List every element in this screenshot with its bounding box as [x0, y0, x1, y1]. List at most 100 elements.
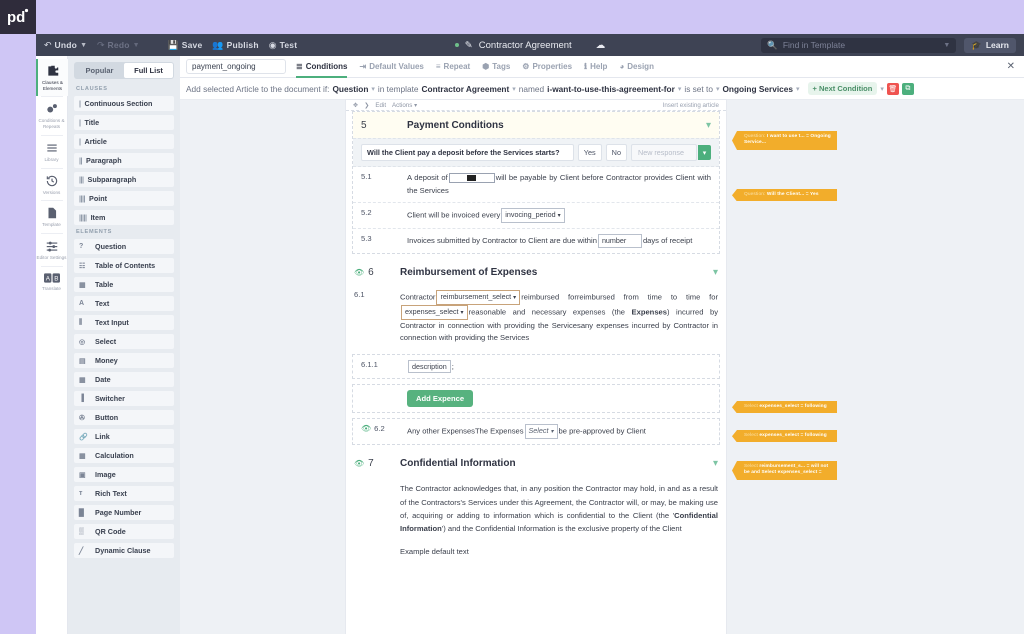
tab-design[interactable]: ◕Design — [619, 56, 654, 78]
visibility-eye-icon[interactable]: 👁 — [354, 268, 364, 277]
clause-item-item[interactable]: |||||Item — [74, 210, 174, 225]
condition-value[interactable]: Ongoing Services — [722, 84, 793, 94]
element-item-table[interactable]: ▦Table — [74, 277, 174, 292]
indent-icon[interactable]: ❯ — [364, 102, 369, 109]
rail-item-clauses-elements[interactable]: Clauses & Elements — [36, 59, 68, 96]
clause-item-point[interactable]: ||||Point — [74, 191, 174, 206]
add-expence-button[interactable]: Add Expence — [407, 390, 473, 407]
rail-item-template[interactable]: Template — [36, 201, 68, 233]
segment-full-list[interactable]: Full List — [124, 63, 173, 78]
element-item-page-number[interactable]: ▉Page Number — [74, 505, 174, 520]
rail-item-versions[interactable]: Versions — [36, 169, 68, 201]
delete-condition-button[interactable]: 🗑 — [887, 83, 899, 95]
condition-tag[interactable]: Question: I want to use t... = Ongoing S… — [737, 131, 837, 150]
invocing-period-token[interactable]: invocing_period▾ — [501, 208, 564, 223]
search-input[interactable]: 🔍 Find in Template ▼ — [761, 38, 956, 53]
chevron-down-icon[interactable]: ▼ — [80, 42, 87, 49]
chevron-down-icon[interactable]: ▾ — [698, 145, 711, 160]
tab-help[interactable]: ℹHelp — [584, 56, 607, 78]
learn-button[interactable]: 🎓 Learn — [964, 38, 1016, 53]
tab-tags[interactable]: ⬢Tags — [482, 56, 510, 78]
expenses-select-token[interactable]: expenses_select▾ — [401, 305, 468, 320]
tab-repeat[interactable]: ≡Repeat — [436, 56, 470, 78]
element-item-calculation[interactable]: ▦Calculation — [74, 448, 174, 463]
edit-article-button[interactable]: Edit — [375, 102, 386, 109]
rail-item-editor-settings[interactable]: Editor Settings — [36, 234, 68, 266]
tab-conditions[interactable]: ≣Conditions — [296, 56, 347, 78]
element-item-rich-text[interactable]: ᴛRich Text — [74, 486, 174, 501]
element-item-dynamic-clause[interactable]: ╱Dynamic Clause — [74, 543, 174, 558]
save-button[interactable]: 💾 Save — [168, 40, 203, 51]
chevron-down-icon[interactable]: ▾ — [706, 120, 711, 131]
tag-key: Select — [744, 464, 758, 469]
element-item-link[interactable]: 🔗Link — [74, 429, 174, 444]
document-title: Contractor Agreement — [479, 40, 572, 51]
rail-item-conditions-repeats[interactable]: Conditions & Repeats — [36, 97, 68, 134]
element-item-table-of-contents[interactable]: ☷Table of Contents — [74, 258, 174, 273]
actions-menu-button[interactable]: Actions ▾ — [392, 102, 417, 109]
element-item-button[interactable]: ✇Button — [74, 410, 174, 425]
cloud-icon[interactable]: ☁ — [596, 40, 606, 51]
clause-item-subparagraph[interactable]: |||Subparagraph — [74, 172, 174, 187]
chevron-down-icon[interactable]: ▾ — [796, 85, 800, 93]
undo-button[interactable]: ↶ Undo ▼ — [44, 40, 87, 51]
number-input-token[interactable]: number — [598, 234, 642, 248]
publish-button[interactable]: 👥 Publish — [212, 40, 258, 51]
tab-properties[interactable]: ⚙Properties — [522, 56, 572, 78]
rail-item-translate[interactable]: A B Translate — [36, 267, 68, 297]
add-next-condition-button[interactable]: + Next Condition — [808, 82, 878, 95]
edit-pencil-icon[interactable]: ✎ — [465, 40, 473, 51]
condition-tag[interactable]: Question: Will the Client... = Yes — [737, 189, 837, 201]
question-no-button[interactable]: No — [606, 144, 627, 161]
condition-tag[interactable]: Select expenses_select = following — [737, 430, 837, 442]
element-item-switcher[interactable]: ▐Switcher — [74, 391, 174, 406]
reimbursement-select-token[interactable]: reimbursement_select▾ — [436, 290, 520, 305]
element-item-question[interactable]: ?Question — [74, 239, 174, 254]
condition-tag[interactable]: Select expenses_select = following — [737, 401, 837, 413]
select-token[interactable]: Select▾ — [525, 424, 558, 439]
chevron-down-icon[interactable]: ▼ — [133, 42, 140, 49]
element-item-money[interactable]: ▤Money — [74, 353, 174, 368]
clause-item-label: Point — [89, 194, 107, 203]
element-item-image[interactable]: ▣Image — [74, 467, 174, 482]
duplicate-condition-button[interactable]: ⧉ — [902, 83, 914, 95]
condition-question-name[interactable]: i-want-to-use-this-agreement-for — [547, 84, 675, 94]
tab-default-values[interactable]: ⇥Default Values — [359, 56, 423, 78]
new-response-input[interactable]: New response — [631, 144, 697, 161]
clause-item-title[interactable]: |Title — [74, 115, 174, 130]
clause-item-paragraph[interactable]: ||Paragraph — [74, 153, 174, 168]
element-item-text-input[interactable]: ⫼Text Input — [74, 315, 174, 330]
redo-button[interactable]: ↷ Redo ▼ — [97, 40, 140, 51]
chevron-down-icon[interactable]: ▾ — [880, 85, 884, 93]
element-item-select[interactable]: ◎Select — [74, 334, 174, 349]
rail-item-library[interactable]: Library — [36, 136, 68, 168]
chevron-down-icon[interactable]: ▾ — [371, 85, 375, 93]
chevron-down-icon[interactable]: ▾ — [713, 267, 718, 278]
condition-source-type[interactable]: Question — [332, 84, 368, 94]
element-name-input[interactable]: payment_ongoing — [186, 59, 286, 74]
app-logo[interactable]: pd — [0, 0, 36, 34]
visibility-eye-icon[interactable]: 👁 — [361, 424, 371, 433]
condition-template-name[interactable]: Contractor Agreement — [422, 84, 510, 94]
chevron-down-icon[interactable]: ▾ — [716, 85, 720, 93]
insert-existing-article-button[interactable]: Insert existing article — [663, 102, 719, 109]
close-panel-button[interactable]: ✕ — [1004, 61, 1018, 72]
question-yes-button[interactable]: Yes — [578, 144, 602, 161]
test-button[interactable]: ◉ Test — [269, 40, 298, 51]
money-input-field[interactable] — [449, 173, 495, 183]
visibility-eye-icon[interactable]: 👁 — [354, 459, 364, 468]
element-item-text[interactable]: AText — [74, 296, 174, 311]
element-item-qr-code[interactable]: ▒QR Code — [74, 524, 174, 539]
chevron-down-icon[interactable]: ▼ — [943, 42, 950, 49]
clause-item-article[interactable]: |Article — [74, 134, 174, 149]
description-input-token[interactable]: description — [408, 360, 451, 374]
clause-filter-segmented[interactable]: Popular Full List — [74, 62, 174, 79]
chevron-down-icon[interactable]: ▾ — [678, 85, 682, 93]
move-icon[interactable]: ✥ — [353, 102, 358, 109]
condition-tag[interactable]: Select reimbursement_s... = will not be … — [737, 461, 837, 480]
segment-popular[interactable]: Popular — [75, 63, 124, 78]
element-item-date[interactable]: ▦Date — [74, 372, 174, 387]
clause-item-continuous-section[interactable]: |Continuous Section — [74, 96, 174, 111]
chevron-down-icon[interactable]: ▾ — [512, 85, 516, 93]
chevron-down-icon[interactable]: ▾ — [713, 458, 718, 469]
